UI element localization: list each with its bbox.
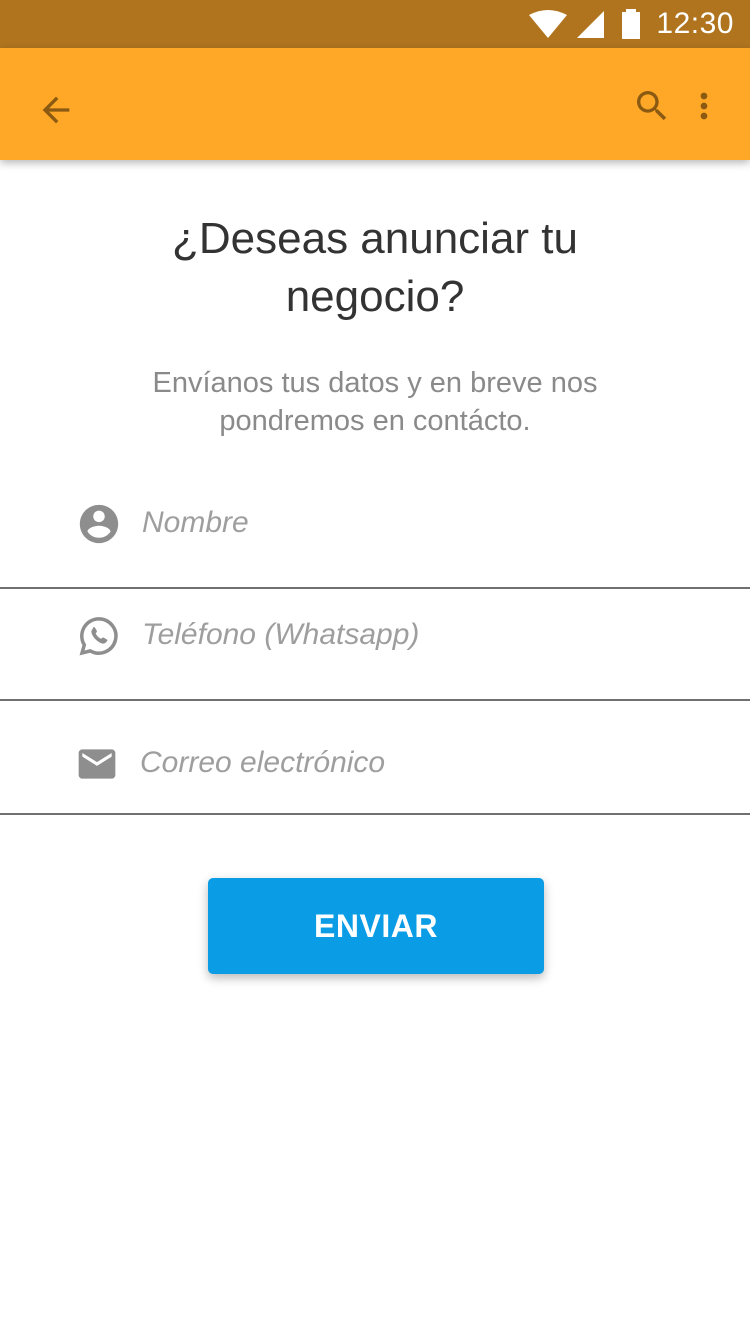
page-subtitle-line-1: Envíanos tus datos y en breve nos <box>152 367 598 399</box>
status-icons: 12:30 <box>528 0 734 48</box>
account-circle-icon <box>79 504 119 544</box>
page-title-line-1: ¿Deseas anunciar tu <box>172 214 578 263</box>
page-subtitle: Envíanos tus datos y en breve nos pondre… <box>0 364 750 440</box>
wifi-icon <box>529 10 568 38</box>
phone-field <box>0 589 750 701</box>
more-vert-icon <box>700 92 708 120</box>
send-button[interactable]: ENVIAR <box>208 878 544 974</box>
signal-icon <box>577 11 605 38</box>
email-icon <box>78 749 116 779</box>
page-subtitle-line-2: pondremos en contácto. <box>219 405 531 437</box>
status-time: 12:30 <box>656 7 734 40</box>
search-button[interactable] <box>624 78 680 134</box>
email-input[interactable] <box>138 729 722 797</box>
status-bar: 12:30 <box>0 0 750 48</box>
page-title-line-2: negocio? <box>285 272 465 321</box>
arrow-back-icon <box>42 96 70 124</box>
battery-icon <box>622 9 641 39</box>
search-icon <box>637 91 667 121</box>
email-field <box>0 701 750 815</box>
phone-input[interactable] <box>140 601 724 669</box>
app-bar <box>0 48 750 160</box>
name-field <box>0 477 750 589</box>
name-input[interactable] <box>140 489 724 557</box>
page-title: ¿Deseas anunciar tu negocio? <box>0 210 750 326</box>
back-button[interactable] <box>28 82 84 138</box>
whatsapp-icon <box>79 617 118 656</box>
more-options-button[interactable] <box>684 78 724 134</box>
